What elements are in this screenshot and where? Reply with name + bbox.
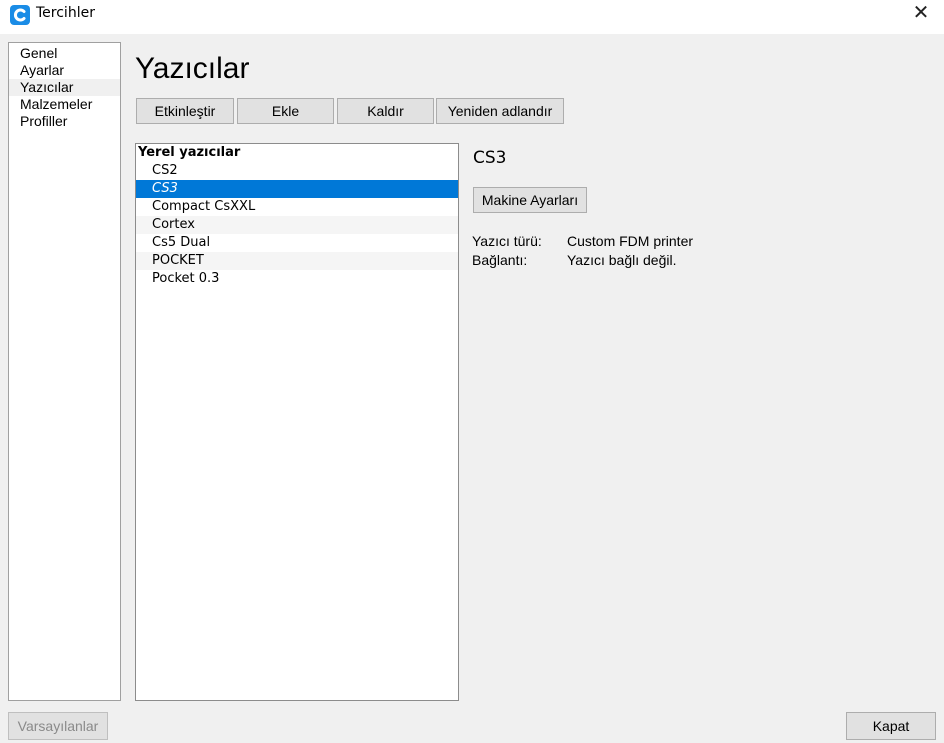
close-icon[interactable]: ✕ xyxy=(898,0,944,28)
list-item[interactable]: CS2 xyxy=(136,162,458,180)
sidebar-item-malzemeler[interactable]: Malzemeler xyxy=(9,96,120,113)
list-item[interactable]: Cortex xyxy=(136,216,458,234)
sidebar-item-yazicilar[interactable]: Yazıcılar xyxy=(9,79,120,96)
sidebar: Genel Ayarlar Yazıcılar Malzemeler Profi… xyxy=(8,42,121,701)
connection-value: Yazıcı bağlı değil. xyxy=(567,252,677,268)
activate-button[interactable]: Etkinleştir xyxy=(136,98,234,124)
printer-type-label: Yazıcı türü: xyxy=(472,233,542,249)
add-button[interactable]: Ekle xyxy=(237,98,334,124)
list-item[interactable]: POCKET xyxy=(136,252,458,270)
window-title: Tercihler xyxy=(36,5,95,21)
defaults-button: Varsayılanlar xyxy=(8,712,108,740)
rename-button[interactable]: Yeniden adlandır xyxy=(436,98,564,124)
sidebar-item-ayarlar[interactable]: Ayarlar xyxy=(9,62,120,79)
close-button[interactable]: Kapat xyxy=(846,712,936,740)
sidebar-item-genel[interactable]: Genel xyxy=(9,45,120,62)
printer-list[interactable]: Yerel yazıcılar CS2 CS3 Compact CsXXL Co… xyxy=(135,143,459,701)
remove-button[interactable]: Kaldır xyxy=(337,98,434,124)
sidebar-item-profiller[interactable]: Profiller xyxy=(9,113,120,130)
machine-settings-button[interactable]: Makine Ayarları xyxy=(473,187,587,213)
title-bar: Tercihler ✕ xyxy=(0,0,944,34)
page-title: Yazıcılar xyxy=(135,52,250,85)
cura-icon xyxy=(10,5,30,25)
list-item[interactable]: Compact CsXXL xyxy=(136,198,458,216)
list-item[interactable]: Cs5 Dual xyxy=(136,234,458,252)
connection-label: Bağlantı: xyxy=(472,252,528,268)
list-item[interactable]: Pocket 0.3 xyxy=(136,270,458,288)
list-item-selected[interactable]: CS3 xyxy=(136,180,458,198)
list-section-header: Yerel yazıcılar xyxy=(138,145,241,160)
printer-type-value: Custom FDM printer xyxy=(567,233,694,249)
printer-name-heading: CS3 xyxy=(473,148,507,168)
